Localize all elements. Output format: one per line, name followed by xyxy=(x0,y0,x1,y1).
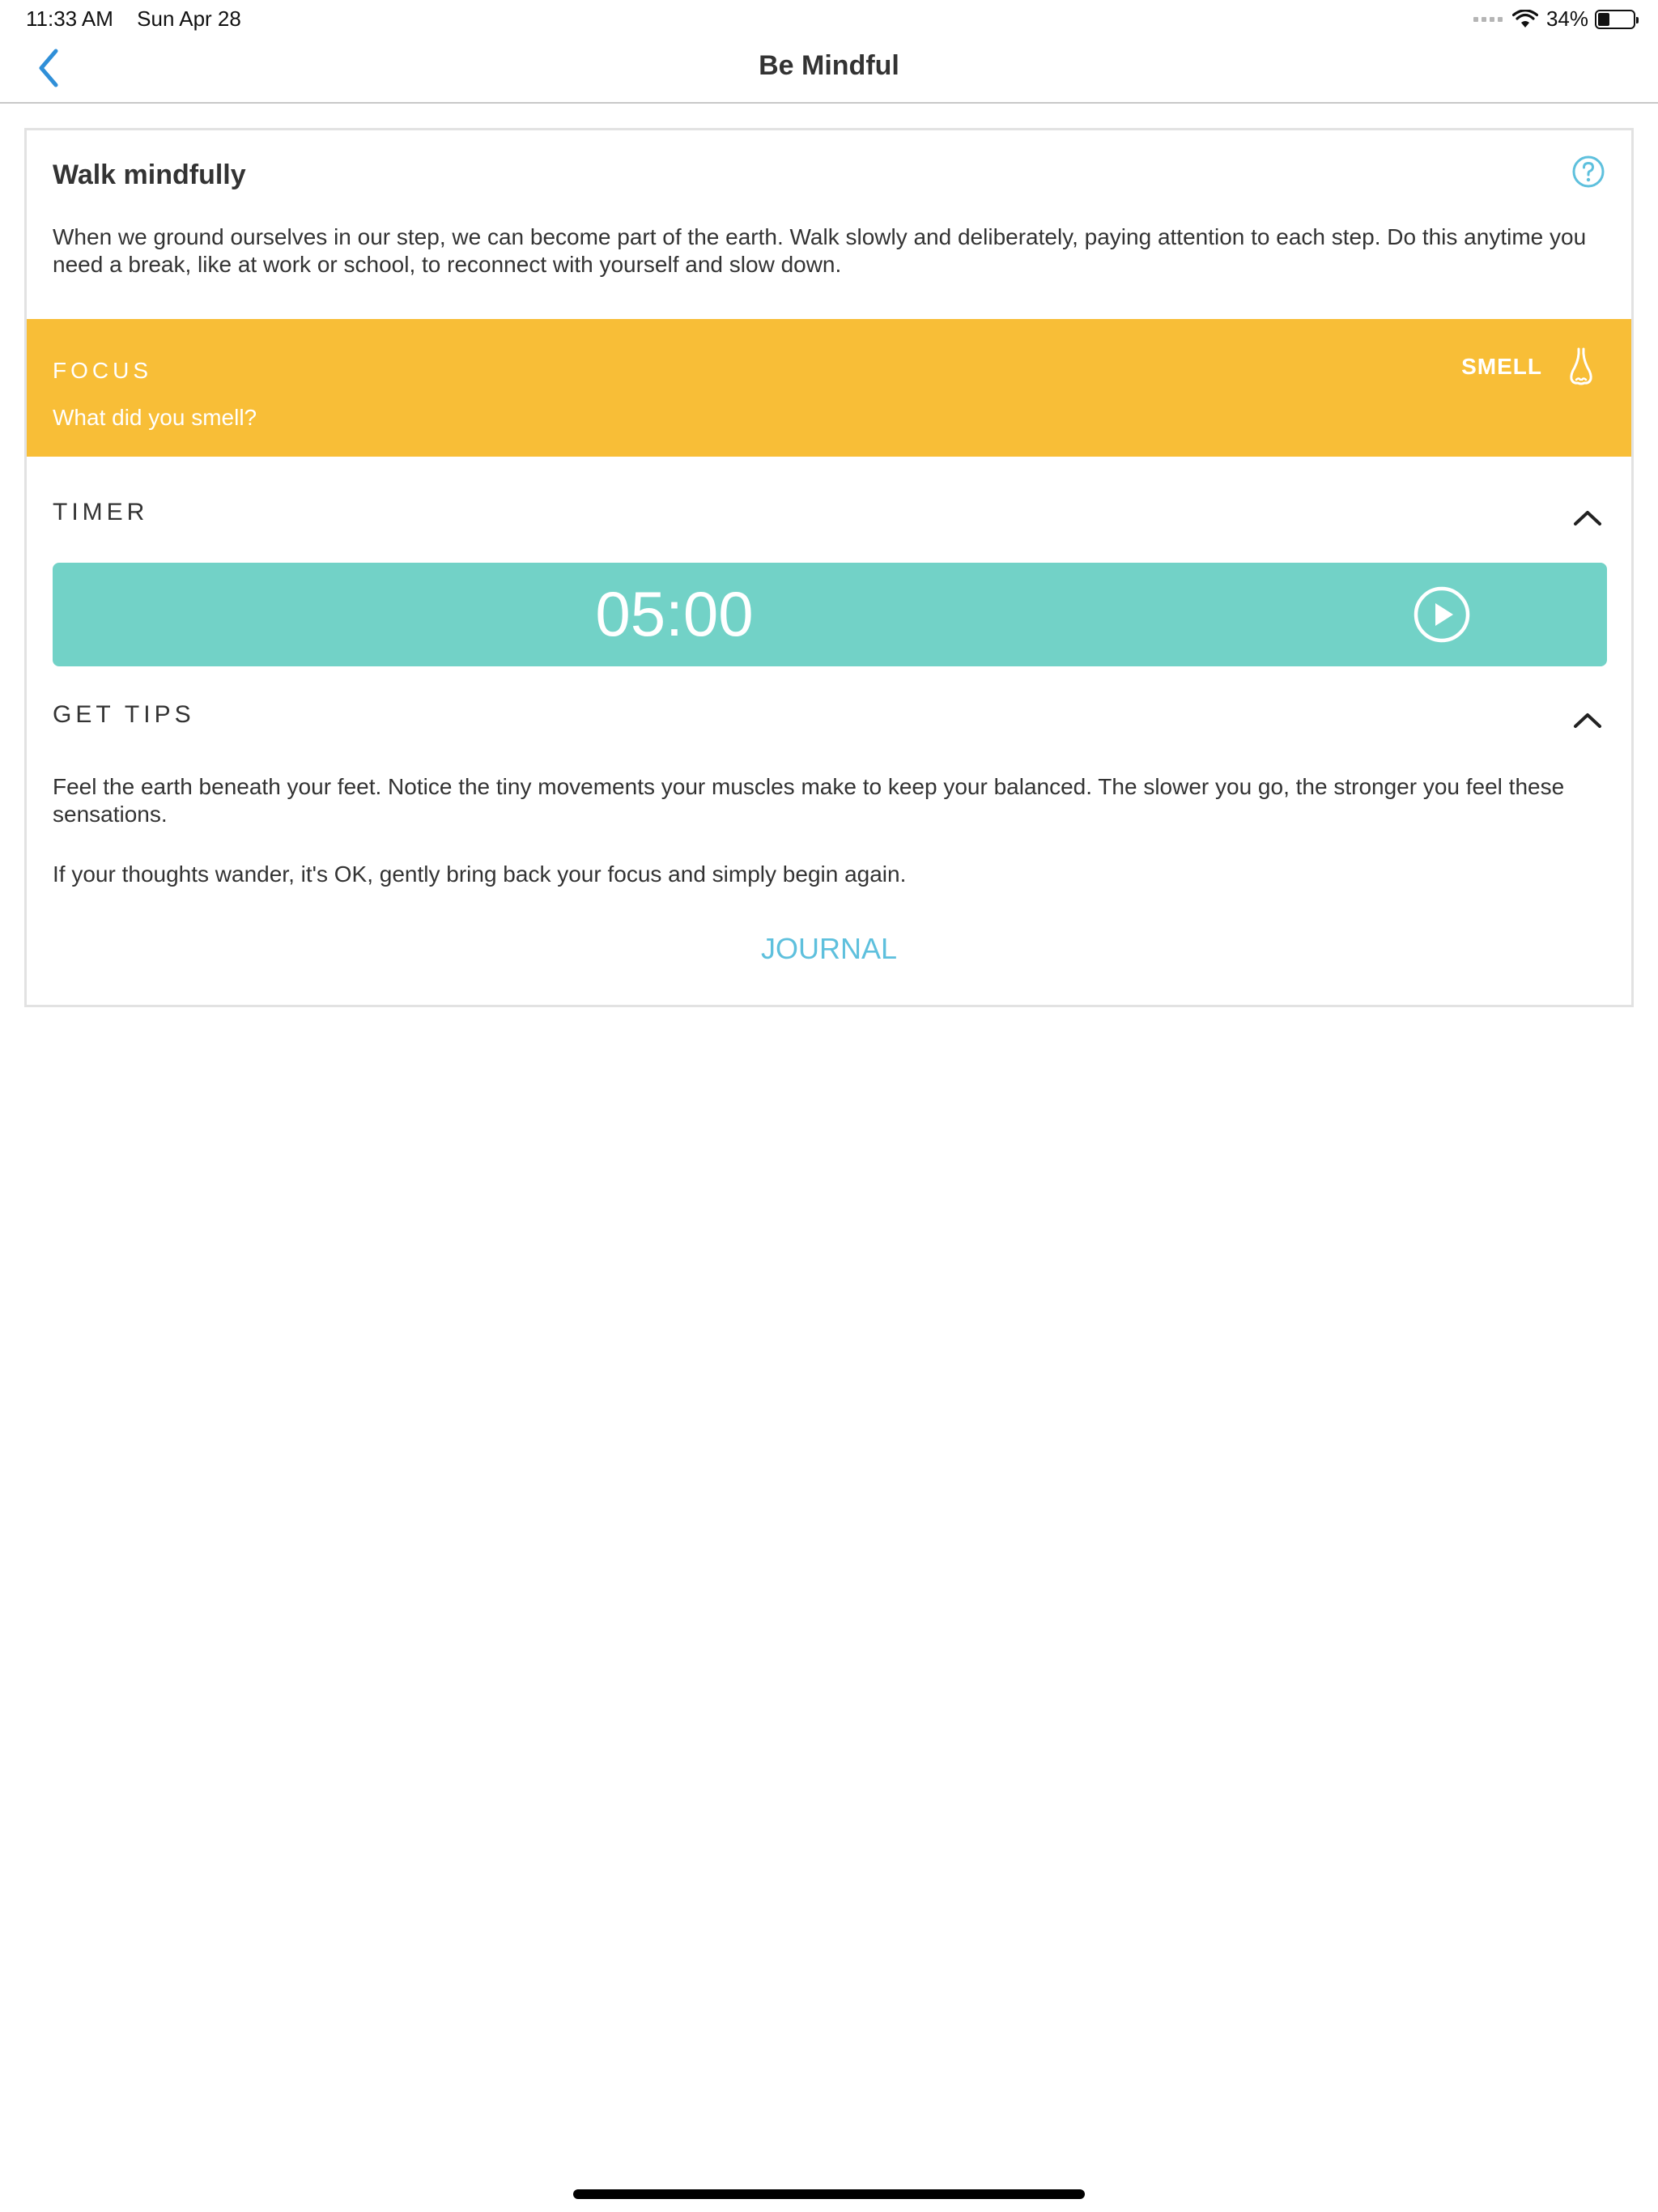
focus-label: FOCUS xyxy=(53,358,152,383)
battery-percent: 34% xyxy=(1545,6,1588,31)
timer-value: 05:00 xyxy=(595,578,754,649)
timer-header[interactable]: TIMER xyxy=(53,499,148,526)
tip-paragraph: Feel the earth beneath your feet. Notice… xyxy=(53,774,1565,827)
battery-fill xyxy=(1598,12,1610,26)
focus-banner: FOCUS What did you smell? SMELL xyxy=(27,319,1631,457)
activity-title: Walk mindfully xyxy=(53,160,246,190)
question-circle-icon[interactable] xyxy=(1571,155,1605,189)
chevron-up-icon[interactable] xyxy=(1571,506,1604,529)
page-title: Be Mindful xyxy=(759,50,899,81)
chevron-up-icon[interactable] xyxy=(1571,708,1604,731)
tips-header[interactable]: GET TIPS xyxy=(53,701,195,729)
sense-label: SMELL xyxy=(1461,354,1542,379)
activity-description: When we ground ourselves in our step, we… xyxy=(53,224,1587,277)
status-time: 11:33 AM xyxy=(26,6,113,31)
cellular-signal-icon xyxy=(1473,16,1503,22)
home-indicator[interactable] xyxy=(573,2189,1085,2199)
nose-icon xyxy=(1570,347,1592,385)
activity-card: Walk mindfully When we ground ourselves … xyxy=(24,128,1634,1007)
journal-button[interactable]: JOURNAL xyxy=(27,932,1631,966)
focus-prompt: What did you smell? xyxy=(53,405,257,430)
wifi-icon xyxy=(1511,9,1538,28)
status-left: 11:33 AM Sun Apr 28 xyxy=(26,6,259,32)
status-bar: 11:33 AM Sun Apr 28 34% xyxy=(0,0,1658,39)
navigation-bar: Be Mindful xyxy=(0,39,1658,104)
focus-sense: SMELL xyxy=(1461,347,1597,387)
tip-paragraph: If your thoughts wander, it's OK, gently… xyxy=(53,861,907,887)
timer-bar: 05:00 xyxy=(53,563,1607,666)
battery-icon xyxy=(1595,9,1639,29)
card-header: Walk mindfully When we ground ourselves … xyxy=(27,130,1631,317)
status-date: Sun Apr 28 xyxy=(137,6,241,31)
play-circle-icon[interactable] xyxy=(1413,585,1471,644)
status-right: 34% xyxy=(1473,6,1639,32)
